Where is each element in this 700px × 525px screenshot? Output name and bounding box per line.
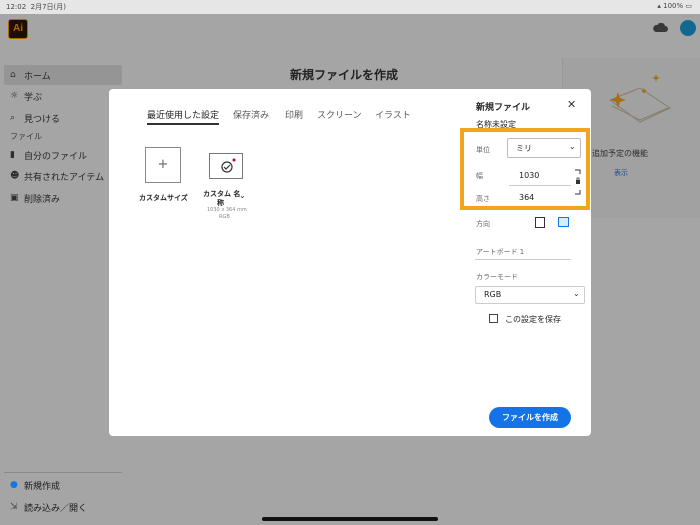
portrait-icon[interactable] [535, 217, 545, 228]
save-setting-label: この設定を保存 [505, 315, 561, 324]
sidebar-bottom-divider [4, 472, 122, 473]
save-setting-checkbox[interactable] [489, 314, 498, 323]
import-icon: ⇲ [10, 502, 18, 512]
artboard-field[interactable]: アートボード 1 [476, 247, 524, 257]
color-mode-label: カラーモード [476, 273, 518, 281]
highlight-box [460, 128, 590, 210]
tab-recent[interactable]: 最近使用した設定 [147, 108, 219, 121]
preset-size: 1030 x 364 mm [207, 207, 247, 213]
preset-custom-size-label: カスタムサイズ [139, 194, 188, 202]
new-file-dialog: 最近使用した設定 保存済み 印刷 スクリーン イラスト + カスタムサイズ カス… [109, 89, 591, 436]
close-icon[interactable]: ✕ [567, 98, 576, 111]
status-bar: 12:02 2月7日(月) ▴ 100% ▭ [0, 0, 700, 14]
status-battery: ▴ 100% ▭ [657, 2, 692, 10]
plus-circle-icon: ● [10, 480, 18, 490]
chevron-down-icon[interactable]: ⌄ [239, 191, 246, 200]
active-tab-indicator [147, 123, 219, 125]
artboard-underline [475, 259, 571, 260]
preset-mode: RGB [219, 214, 230, 220]
sidebar-item-new[interactable]: ● 新規作成 [4, 475, 122, 495]
tab-illustration[interactable]: イラスト [375, 108, 411, 121]
status-time-date: 12:02 2月7日(月) [6, 3, 67, 11]
panel-title: 新規ファイル [476, 103, 531, 113]
tab-screen[interactable]: スクリーン [317, 108, 362, 121]
create-file-button[interactable]: ファイルを作成 [489, 407, 571, 428]
tab-print[interactable]: 印刷 [285, 108, 303, 121]
document-preset-icon [221, 158, 236, 173]
preset-custom-size[interactable]: + [145, 147, 181, 183]
tab-saved[interactable]: 保存済み [233, 108, 269, 121]
preset-custom-name[interactable] [209, 153, 243, 179]
color-mode-select[interactable]: RGB ⌄ [475, 286, 585, 304]
orientation-label: 方向 [476, 220, 490, 228]
landscape-icon[interactable] [558, 217, 569, 227]
home-indicator[interactable] [262, 517, 438, 521]
sidebar-item-import[interactable]: ⇲ 読み込み／開く [4, 497, 122, 517]
chevron-down-icon: ⌄ [573, 289, 580, 298]
